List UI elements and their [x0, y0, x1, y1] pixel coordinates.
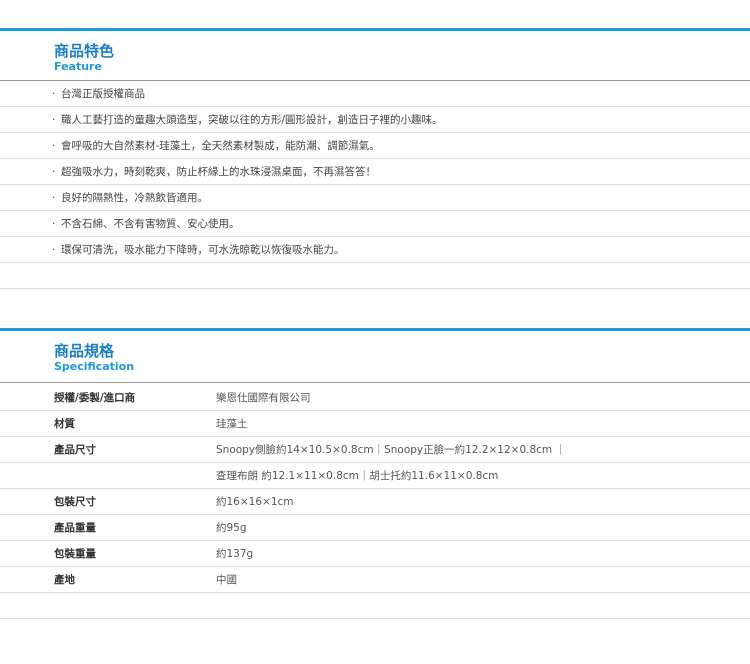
feature-item-text: 台灣正版授權商品: [61, 88, 145, 100]
feature-subtitle: Feature: [54, 60, 102, 73]
spec-value: 珪藻土: [216, 418, 248, 430]
bullet-icon: ·: [52, 88, 56, 100]
spec-head-rule: [0, 382, 750, 383]
spec-label: 產地: [54, 574, 75, 586]
feature-heading: 商品特色 Feature: [54, 42, 114, 73]
feature-item: · 職人工藝打造的童趣大頭造型，突破以往的方形/圓形設計，創造日子裡的小趣味。: [0, 107, 750, 133]
spec-empty-row: [0, 593, 750, 619]
spec-subtitle: Specification: [54, 360, 135, 373]
feature-item-text: 環保可清洗，吸水能力下降時，可水洗晾乾以恢復吸水能力。: [61, 244, 345, 256]
feature-item-text: 會呼吸的大自然素材-珪藻土，全天然素材製成，能防潮、調節濕氣。: [61, 140, 380, 152]
spec-label: 包裝尺寸: [54, 496, 96, 508]
bullet-icon: ·: [52, 218, 56, 230]
spec-label: 材質: [54, 418, 75, 430]
spec-value: 查理布朗 約12.1×11×0.8cm｜胡士托約11.6×11×0.8cm: [216, 470, 499, 482]
feature-item: · 超強吸水力，時刻乾爽，防止杯緣上的水珠浸濕桌面，不再濕答答！: [0, 159, 750, 185]
spec-row: 產品重量 約95g: [0, 515, 750, 541]
spec-label: 產品重量: [54, 522, 96, 534]
feature-item-text: 良好的隔熱性，冷熱飲皆適用。: [61, 192, 208, 204]
spec-title: 商品規格: [54, 342, 115, 360]
feature-item: · 良好的隔熱性，冷熱飲皆適用。: [0, 185, 750, 211]
bullet-icon: ·: [52, 244, 56, 256]
spec-row: 產品尺寸 Snoopy側臉約14×10.5×0.8cm｜Snoopy正臉一約12…: [0, 437, 750, 463]
spec-label: 產品尺寸: [54, 444, 96, 456]
spec-value: 約137g: [216, 548, 254, 560]
feature-item-text: 不含石綿、不含有害物質、安心使用。: [61, 218, 240, 230]
spec-value: 約95g: [216, 522, 247, 534]
feature-top-rule: [0, 28, 750, 31]
spec-top-rule: [0, 328, 750, 331]
spec-label: 授權/委製/進口商: [54, 392, 136, 404]
feature-item-text: 職人工藝打造的童趣大頭造型，突破以往的方形/圓形設計，創造日子裡的小趣味。: [61, 114, 443, 126]
spec-value: 中國: [216, 574, 237, 586]
spec-row: 授權/委製/進口商 樂恩仕國際有限公司: [0, 385, 750, 411]
feature-empty-row: [0, 263, 750, 289]
spec-value: 樂恩仕國際有限公司: [216, 392, 311, 404]
spec-row: 包裝尺寸 約16×16×1cm: [0, 489, 750, 515]
feature-item-text: 超強吸水力，時刻乾爽，防止杯緣上的水珠浸濕桌面，不再濕答答！: [61, 166, 376, 178]
feature-item: · 環保可清洗，吸水能力下降時，可水洗晾乾以恢復吸水能力。: [0, 237, 750, 263]
spec-value: Snoopy側臉約14×10.5×0.8cm｜Snoopy正臉一約12.2×12…: [216, 444, 567, 456]
feature-item: · 會呼吸的大自然素材-珪藻土，全天然素材製成，能防潮、調節濕氣。: [0, 133, 750, 159]
spec-row: 包裝重量 約137g: [0, 541, 750, 567]
spec-row: 查理布朗 約12.1×11×0.8cm｜胡士托約11.6×11×0.8cm: [0, 463, 750, 489]
spec-row: 材質 珪藻土: [0, 411, 750, 437]
bullet-icon: ·: [52, 166, 56, 178]
bullet-icon: ·: [52, 192, 56, 204]
feature-title: 商品特色: [54, 42, 115, 60]
spec-value: 約16×16×1cm: [216, 496, 294, 508]
bullet-icon: ·: [52, 114, 56, 126]
spec-label: 包裝重量: [54, 548, 96, 560]
bullet-icon: ·: [52, 140, 56, 152]
feature-item: · 台灣正版授權商品: [0, 81, 750, 107]
spec-row: 產地 中國: [0, 567, 750, 593]
feature-item: · 不含石綿、不含有害物質、安心使用。: [0, 211, 750, 237]
spec-heading: 商品規格 Specification: [54, 342, 134, 373]
